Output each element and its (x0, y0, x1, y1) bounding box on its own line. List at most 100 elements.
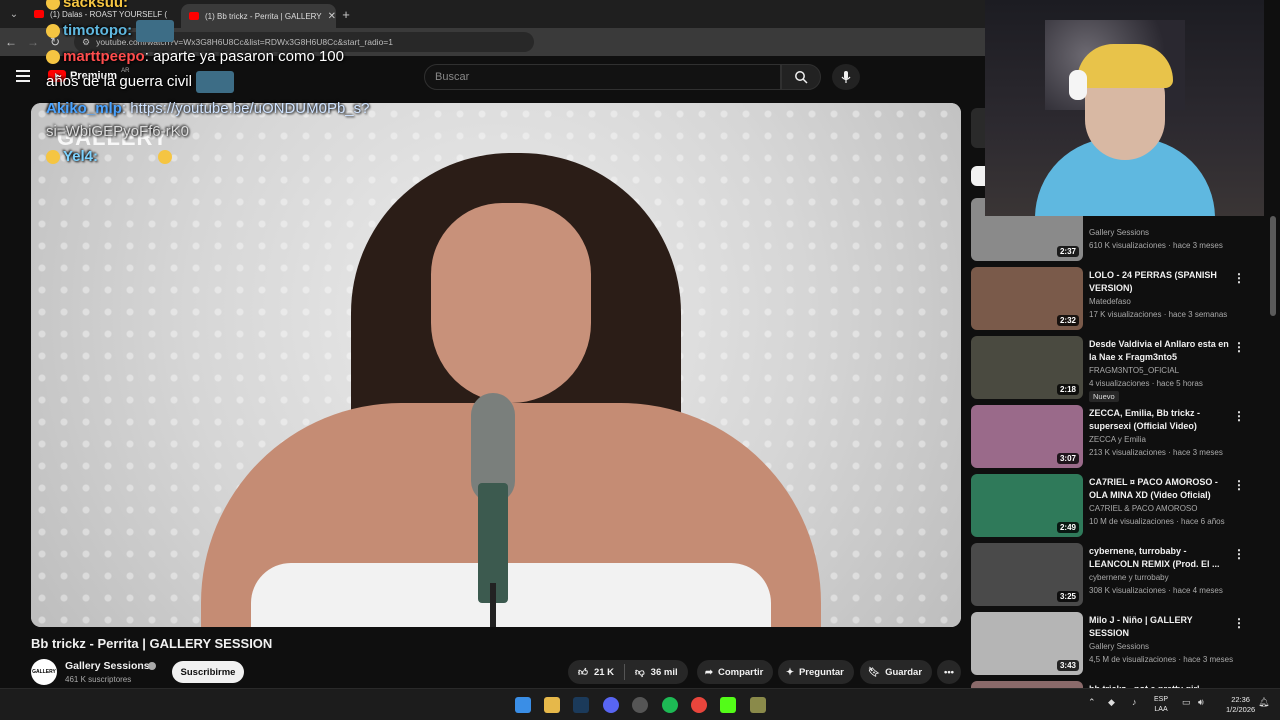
recommendation-meta: 4,5 M de visualizaciones · hace 3 meses (1089, 655, 1234, 664)
singer-top (251, 563, 771, 627)
more-vertical-icon[interactable]: ⋮ (1233, 547, 1245, 561)
like-dislike-group: 👍︎ 21 K 👎︎ 36 mil (568, 660, 688, 684)
back-arrow-icon[interactable]: ← (0, 35, 22, 49)
streamer-webcam (985, 0, 1264, 216)
menu-icon[interactable] (16, 70, 30, 82)
verified-icon (148, 662, 156, 670)
microphone-tray-icon[interactable]: ♪ (1132, 697, 1137, 707)
share-button[interactable]: ➦ Compartir (697, 660, 773, 684)
obs-icon[interactable] (632, 697, 648, 713)
tab-bb-trickz[interactable]: (1) Bb trickz - Perrita | GALLERY ✕ (181, 4, 336, 28)
spotify-icon[interactable] (662, 697, 678, 713)
subscribe-button[interactable]: Suscribirme (172, 661, 244, 683)
chat-message: marttpeepo: aparte ya pasaron como 100 (46, 48, 344, 65)
emote-icon (46, 24, 60, 38)
recommendation-thumbnail[interactable]: 3:43 (971, 612, 1083, 675)
ask-button[interactable]: ✦ Preguntar (778, 660, 854, 684)
scrollbar[interactable] (1270, 216, 1276, 316)
search-button[interactable] (781, 64, 821, 90)
duration-badge: 2:32 (1056, 315, 1079, 326)
more-vertical-icon[interactable]: ⋮ (1233, 478, 1245, 492)
recommendation-channel[interactable]: Gallery Sessions (1089, 642, 1149, 651)
app-icon[interactable] (750, 697, 766, 713)
recommendation-title[interactable]: Milo J - Niño | GALLERY SESSION (1089, 614, 1229, 640)
recommendation-title[interactable]: Desde Valdivia el Anllaro esta en la Nae… (1089, 338, 1229, 364)
emote-image (195, 71, 234, 93)
recommendation-meta: 17 K visualizaciones · hace 3 semanas (1089, 310, 1228, 319)
recommendation-title[interactable]: CA7RIEL ¤ PACO AMOROSO - OLA MINA XD (Vi… (1089, 476, 1229, 502)
recommendation-thumbnail[interactable]: 2:32 (971, 267, 1083, 330)
channel-name[interactable]: Gallery Sessions (65, 660, 150, 672)
more-vertical-icon[interactable]: ⋮ (1233, 271, 1245, 285)
screen: ⌄ (1) Dalas - ROAST YOURSELF ( (1) Bb tr… (0, 0, 1280, 720)
recommendation-meta: 308 K visualizaciones · hace 4 meses (1089, 586, 1223, 595)
like-count: 21 K (593, 666, 615, 678)
channel-avatar[interactable]: GALLERY (31, 659, 57, 685)
recommendation-title[interactable]: ZECCA, Emilia, Bb trickz - supersexi (Of… (1089, 407, 1229, 433)
emote-icon (158, 150, 173, 165)
recommendation-thumbnail[interactable]: 2:49 (971, 474, 1083, 537)
emote-icon (46, 150, 60, 165)
voice-search-button[interactable] (832, 64, 860, 90)
volume-icon[interactable]: 🔊︎ (1198, 697, 1204, 708)
duration-badge: 3:43 (1056, 660, 1079, 671)
recommendation-channel[interactable]: Matedefaso (1089, 297, 1131, 306)
chrome-icon[interactable] (691, 697, 707, 713)
emote-icon (46, 0, 60, 11)
search-input[interactable]: Buscar (424, 64, 781, 90)
recommendation-item[interactable]: 2:18 Desde Valdivia el Anllaro esta en la… (971, 336, 1271, 402)
duration-badge: 2:18 (1056, 384, 1079, 395)
ask-label: Preguntar (798, 666, 844, 678)
youtube-favicon-icon (189, 12, 199, 20)
dislike-button[interactable]: 👎︎ 36 mil (625, 660, 688, 684)
kick-icon[interactable] (720, 697, 736, 713)
recommendation-channel[interactable]: CA7RIEL & PACO AMOROSO (1089, 504, 1197, 513)
recommendation-thumbnail[interactable]: 3:07 (971, 405, 1083, 468)
more-vertical-icon[interactable]: ⋮ (1233, 340, 1245, 354)
save-button[interactable]: 🔖︎ Guardar (860, 660, 932, 684)
duration-badge: 3:25 (1056, 591, 1079, 602)
tab-search-icon[interactable]: ⌄ (2, 4, 26, 24)
system-clock[interactable]: 22:36 1/2/2026 (1226, 695, 1255, 715)
more-actions-button[interactable]: ••• (937, 660, 961, 684)
notification-icon[interactable]: 🔔︎ (1258, 697, 1269, 708)
recommendation-item[interactable]: 3:07 ZECCA, Emilia, Bb trickz - supersexi… (971, 405, 1271, 469)
security-icon[interactable]: ◆ (1108, 697, 1115, 708)
emote-image (136, 20, 175, 42)
recommendation-thumbnail[interactable]: 2:18 (971, 336, 1083, 399)
forward-arrow-icon[interactable]: → (22, 35, 44, 49)
language-indicator[interactable]: ESP LAA (1154, 695, 1168, 715)
new-badge: Nuevo (1089, 391, 1119, 402)
recommendation-channel[interactable]: Gallery Sessions (1089, 228, 1149, 237)
recommendation-item[interactable]: 3:25 cybernene, turrobaby - LEANCOLN REMI… (971, 543, 1271, 607)
file-explorer-icon[interactable] (544, 697, 560, 713)
more-vertical-icon[interactable]: ⋮ (1233, 409, 1245, 423)
close-icon[interactable]: ✕ (328, 11, 336, 22)
new-tab-button[interactable]: + (336, 7, 356, 22)
thumbs-down-icon: 👎︎ (635, 667, 645, 678)
tab-label: (1) Bb trickz - Perrita | GALLERY (205, 11, 322, 21)
microphone-stand (490, 583, 496, 627)
recommendation-item[interactable]: 3:43 Milo J - Niño | GALLERY SESSION Galle… (971, 612, 1271, 676)
recommendation-title[interactable]: cybernene, turrobaby - LEANCOLN REMIX (P… (1089, 545, 1229, 571)
recommendation-channel[interactable]: ZECCA y Emilia (1089, 435, 1146, 444)
video-title: Bb trickz - Perrita | GALLERY SESSION (31, 636, 273, 651)
recommendation-title[interactable]: LOLO - 24 PERRAS (SPANISH VERSION) (1089, 269, 1229, 295)
recommendation-meta: 4 visualizaciones · hace 5 horas (1089, 379, 1203, 388)
like-button[interactable]: 👍︎ 21 K (568, 660, 624, 684)
search-icon (795, 71, 808, 84)
recommendation-item[interactable]: 2:49 CA7RIEL ¤ PACO AMOROSO - OLA MINA XD… (971, 474, 1271, 538)
windows-start-icon[interactable] (515, 697, 531, 713)
chat-message: Yel4: (46, 148, 175, 165)
chevron-up-icon[interactable]: ⌃ (1088, 697, 1096, 708)
more-vertical-icon[interactable]: ⋮ (1233, 616, 1245, 630)
recommendation-thumbnail[interactable]: 3:25 (971, 543, 1083, 606)
video-player[interactable]: GALLERY (31, 103, 961, 627)
recommendation-channel[interactable]: FRAGM3NTO5_OFICIAL (1089, 366, 1179, 375)
steam-icon[interactable] (573, 697, 589, 713)
recommendation-channel[interactable]: cybernene y turrobaby (1089, 573, 1169, 582)
discord-icon[interactable] (603, 697, 619, 713)
network-icon[interactable]: ▭ (1182, 697, 1191, 708)
emote-icon (46, 50, 60, 65)
recommendation-item[interactable]: 2:32 LOLO - 24 PERRAS (SPANISH VERSION) Ma… (971, 267, 1271, 331)
